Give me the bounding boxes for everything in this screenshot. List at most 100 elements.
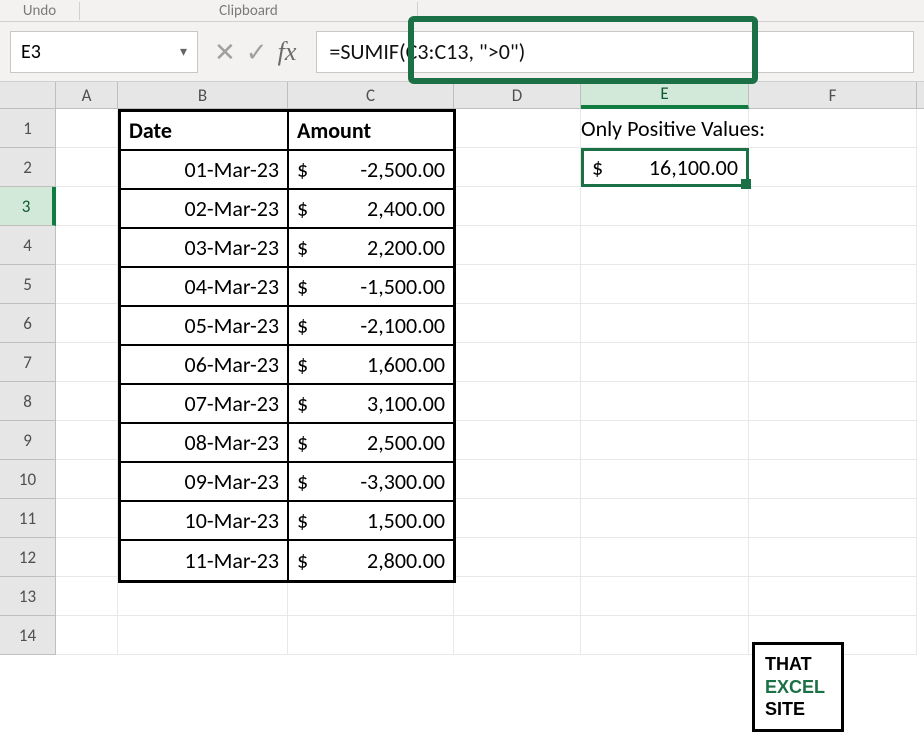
cell-amount[interactable]: $2,200.00 — [289, 229, 453, 268]
cell-D8[interactable] — [454, 382, 581, 421]
cell-F12[interactable] — [749, 538, 917, 577]
cell-D13[interactable] — [454, 577, 581, 616]
header-date[interactable]: Date — [121, 112, 289, 151]
cell-D5[interactable] — [454, 265, 581, 304]
cell-date[interactable]: 07-Mar-23 — [121, 385, 289, 424]
enter-icon[interactable]: ✓ — [246, 36, 268, 68]
chevron-down-icon[interactable]: ▾ — [180, 43, 187, 60]
cell-E6[interactable] — [581, 304, 749, 343]
cell-date[interactable]: 03-Mar-23 — [121, 229, 289, 268]
cell-amount[interactable]: $-2,100.00 — [289, 307, 453, 346]
cell-F11[interactable] — [749, 499, 917, 538]
fx-icon[interactable]: fx — [278, 37, 301, 67]
row-header-11[interactable]: 11 — [0, 499, 56, 538]
cell-D1[interactable] — [454, 109, 581, 148]
cell-F13[interactable] — [749, 577, 917, 616]
cell-A9[interactable] — [56, 421, 118, 460]
ribbon-group-undo[interactable]: Undo — [0, 2, 80, 20]
cell-D9[interactable] — [454, 421, 581, 460]
row-header-2[interactable]: 2 — [0, 148, 56, 187]
cell-E12[interactable] — [581, 538, 749, 577]
cell-D6[interactable] — [454, 304, 581, 343]
cell-E7[interactable] — [581, 343, 749, 382]
select-all-corner[interactable] — [0, 82, 56, 108]
col-header-F[interactable]: F — [749, 82, 917, 108]
row-header-13[interactable]: 13 — [0, 577, 56, 616]
row-header-7[interactable]: 7 — [0, 343, 56, 382]
row-header-1[interactable]: 1 — [0, 109, 56, 148]
cell-amount[interactable]: $-3,300.00 — [289, 463, 453, 502]
cell-D10[interactable] — [454, 460, 581, 499]
cell-A13[interactable] — [56, 577, 118, 616]
cell-amount[interactable]: $2,400.00 — [289, 190, 453, 229]
cell-D14[interactable] — [454, 616, 581, 655]
cell-amount[interactable]: $3,100.00 — [289, 385, 453, 424]
cell-A7[interactable] — [56, 343, 118, 382]
cell-C14[interactable] — [288, 616, 454, 655]
cell-A8[interactable] — [56, 382, 118, 421]
cell-F10[interactable] — [749, 460, 917, 499]
cell-A10[interactable] — [56, 460, 118, 499]
cancel-icon[interactable]: ✕ — [214, 36, 236, 68]
cell-amount[interactable]: $-2,500.00 — [289, 151, 453, 190]
col-header-B[interactable]: B — [118, 82, 288, 108]
col-header-E[interactable]: E — [581, 82, 749, 109]
cell-D2[interactable] — [454, 148, 581, 187]
cell-amount[interactable]: $-1,500.00 — [289, 268, 453, 307]
row-header-14[interactable]: 14 — [0, 616, 56, 655]
cell-amount[interactable]: $1,600.00 — [289, 346, 453, 385]
cell-amount[interactable]: $2,800.00 — [289, 541, 453, 580]
cell-F4[interactable] — [749, 226, 917, 265]
row-header-4[interactable]: 4 — [0, 226, 56, 265]
row-header-8[interactable]: 8 — [0, 382, 56, 421]
cell-E10[interactable] — [581, 460, 749, 499]
name-box[interactable]: E3 ▾ — [10, 31, 198, 73]
row-header-9[interactable]: 9 — [0, 421, 56, 460]
cell-date[interactable]: 06-Mar-23 — [121, 346, 289, 385]
row-header-12[interactable]: 12 — [0, 538, 56, 577]
cell-date[interactable]: 10-Mar-23 — [121, 502, 289, 541]
cell-date[interactable]: 09-Mar-23 — [121, 463, 289, 502]
cell-E5[interactable] — [581, 265, 749, 304]
cell-A11[interactable] — [56, 499, 118, 538]
cell-A6[interactable] — [56, 304, 118, 343]
cell-F7[interactable] — [749, 343, 917, 382]
col-header-D[interactable]: D — [454, 82, 581, 108]
cell-A4[interactable] — [56, 226, 118, 265]
col-header-C[interactable]: C — [288, 82, 454, 108]
cell-A3[interactable] — [56, 187, 118, 226]
cell-D4[interactable] — [454, 226, 581, 265]
formula-input[interactable]: =SUMIF(C3:C13, ">0") — [316, 31, 914, 73]
cell-E13[interactable] — [581, 577, 749, 616]
col-header-A[interactable]: A — [56, 82, 118, 108]
result-label[interactable]: Only Positive Values: — [581, 115, 765, 142]
cell-E9[interactable] — [581, 421, 749, 460]
cell-E14[interactable] — [581, 616, 749, 655]
cell-amount[interactable]: $1,500.00 — [289, 502, 453, 541]
cell-D7[interactable] — [454, 343, 581, 382]
cell-E11[interactable] — [581, 499, 749, 538]
cell-F1[interactable] — [749, 109, 917, 148]
cell-B14[interactable] — [118, 616, 288, 655]
cell-date[interactable]: 02-Mar-23 — [121, 190, 289, 229]
cell-D11[interactable] — [454, 499, 581, 538]
selected-cell-E3[interactable]: $ 16,100.00 — [581, 148, 749, 187]
cell-A1[interactable] — [56, 109, 118, 148]
cell-F2[interactable] — [749, 148, 917, 187]
cell-E4[interactable] — [581, 226, 749, 265]
cell-E3[interactable] — [581, 187, 749, 226]
cell-date[interactable]: 01-Mar-23 — [121, 151, 289, 190]
cell-F5[interactable] — [749, 265, 917, 304]
cell-A2[interactable] — [56, 148, 118, 187]
cell-A12[interactable] — [56, 538, 118, 577]
cell-date[interactable]: 05-Mar-23 — [121, 307, 289, 346]
cell-date[interactable]: 08-Mar-23 — [121, 424, 289, 463]
row-header-10[interactable]: 10 — [0, 460, 56, 499]
header-amount[interactable]: Amount — [289, 112, 453, 151]
cell-F9[interactable] — [749, 421, 917, 460]
ribbon-group-clipboard[interactable]: Clipboard — [80, 2, 418, 20]
fill-handle[interactable] — [741, 179, 751, 189]
cell-F3[interactable] — [749, 187, 917, 226]
cell-D3[interactable] — [454, 187, 581, 226]
cell-F6[interactable] — [749, 304, 917, 343]
